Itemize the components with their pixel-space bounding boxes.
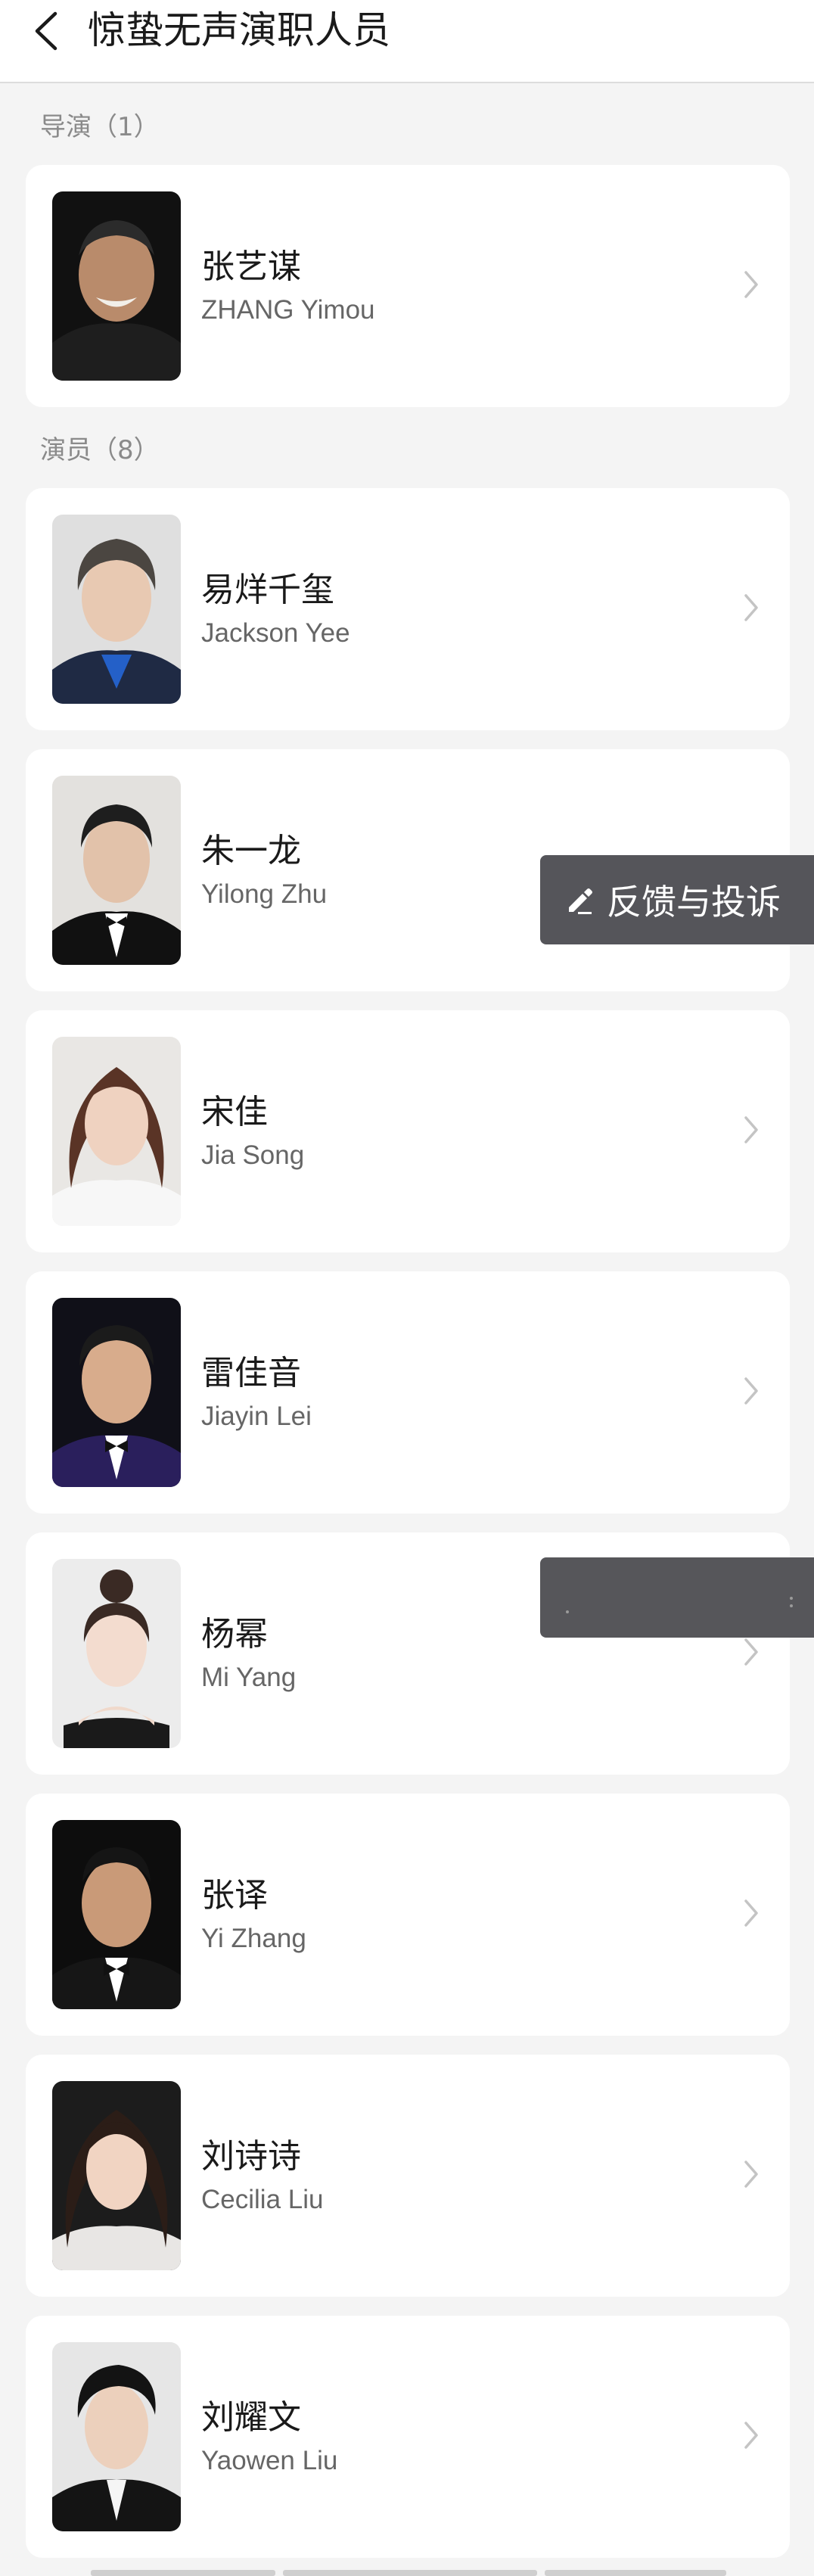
person-english-name: Jackson Yee	[201, 618, 350, 648]
person-photo	[52, 515, 181, 704]
top-bar: 惊蛰无声演职人员	[0, 0, 814, 83]
person-card-cast[interactable]: 雷佳音 Jiayin Lei	[26, 1271, 790, 1514]
pencil-edit-icon	[569, 888, 592, 914]
chevron-right-icon	[744, 1899, 758, 1927]
person-name: 张艺谋	[201, 247, 301, 286]
overlay-dot	[790, 1604, 793, 1607]
person-photo	[52, 1037, 181, 1226]
person-name: 张译	[201, 1876, 268, 1915]
bottom-bar-segment	[91, 2570, 275, 2576]
section-label-cast: 演员（8）	[40, 435, 160, 465]
chevron-right-icon	[744, 594, 758, 621]
person-name: 刘诗诗	[201, 2137, 301, 2176]
back-button[interactable]	[23, 5, 68, 58]
person-english-name: ZHANG Yimou	[201, 295, 375, 325]
section-label-director: 导演（1）	[40, 112, 160, 142]
person-name: 杨幂	[201, 1615, 268, 1654]
person-card-cast[interactable]: 宋佳 Jia Song	[26, 1010, 790, 1252]
floating-overlay	[540, 1557, 814, 1638]
chevron-right-icon	[744, 2422, 758, 2449]
person-card-cast[interactable]: 易烊千玺 Jackson Yee	[26, 488, 790, 730]
chevron-right-icon	[744, 1377, 758, 1405]
bottom-bar-segment	[283, 2570, 537, 2576]
person-card-cast[interactable]: 张译 Yi Zhang	[26, 1794, 790, 2036]
overlay-dot	[566, 1610, 569, 1613]
person-name: 宋佳	[201, 1093, 268, 1131]
chevron-right-icon	[744, 271, 758, 298]
person-name: 易烊千玺	[201, 571, 334, 609]
person-english-name: Jia Song	[201, 1140, 305, 1170]
feedback-complaint-button[interactable]: 反馈与投诉	[540, 855, 814, 944]
person-card-cast[interactable]: 刘诗诗 Cecilia Liu	[26, 2055, 790, 2297]
person-photo	[52, 2081, 181, 2270]
person-name: 雷佳音	[201, 1354, 301, 1392]
person-photo	[52, 1820, 181, 2009]
person-english-name: Yi Zhang	[201, 1924, 306, 1953]
chevron-right-icon	[744, 1638, 758, 1666]
page-title: 惊蛰无声演职人员	[88, 8, 390, 52]
person-english-name: Cecilia Liu	[201, 2185, 324, 2214]
person-english-name: Jiayin Lei	[201, 1402, 312, 1431]
person-english-name: Yilong Zhu	[201, 879, 328, 909]
person-name: 刘耀文	[201, 2398, 301, 2437]
chevron-right-icon	[744, 1116, 758, 1143]
person-english-name: Mi Yang	[201, 1663, 297, 1692]
bottom-partial-items	[91, 2570, 726, 2576]
person-photo	[52, 1559, 181, 1748]
bottom-bar-segment	[545, 2570, 726, 2576]
person-name: 朱一龙	[201, 832, 301, 870]
person-photo	[52, 191, 181, 381]
chevron-right-icon	[744, 2161, 758, 2188]
chevron-left-icon	[35, 11, 57, 51]
overlay-dot	[790, 1597, 793, 1600]
person-photo	[52, 1298, 181, 1487]
feedback-label: 反馈与投诉	[607, 882, 781, 922]
person-photo	[52, 2342, 181, 2531]
person-card-cast[interactable]: 刘耀文 Yaowen Liu	[26, 2316, 790, 2558]
person-photo	[52, 776, 181, 965]
person-english-name: Yaowen Liu	[201, 2446, 338, 2475]
person-card-director[interactable]: 张艺谋 ZHANG Yimou	[26, 165, 790, 407]
